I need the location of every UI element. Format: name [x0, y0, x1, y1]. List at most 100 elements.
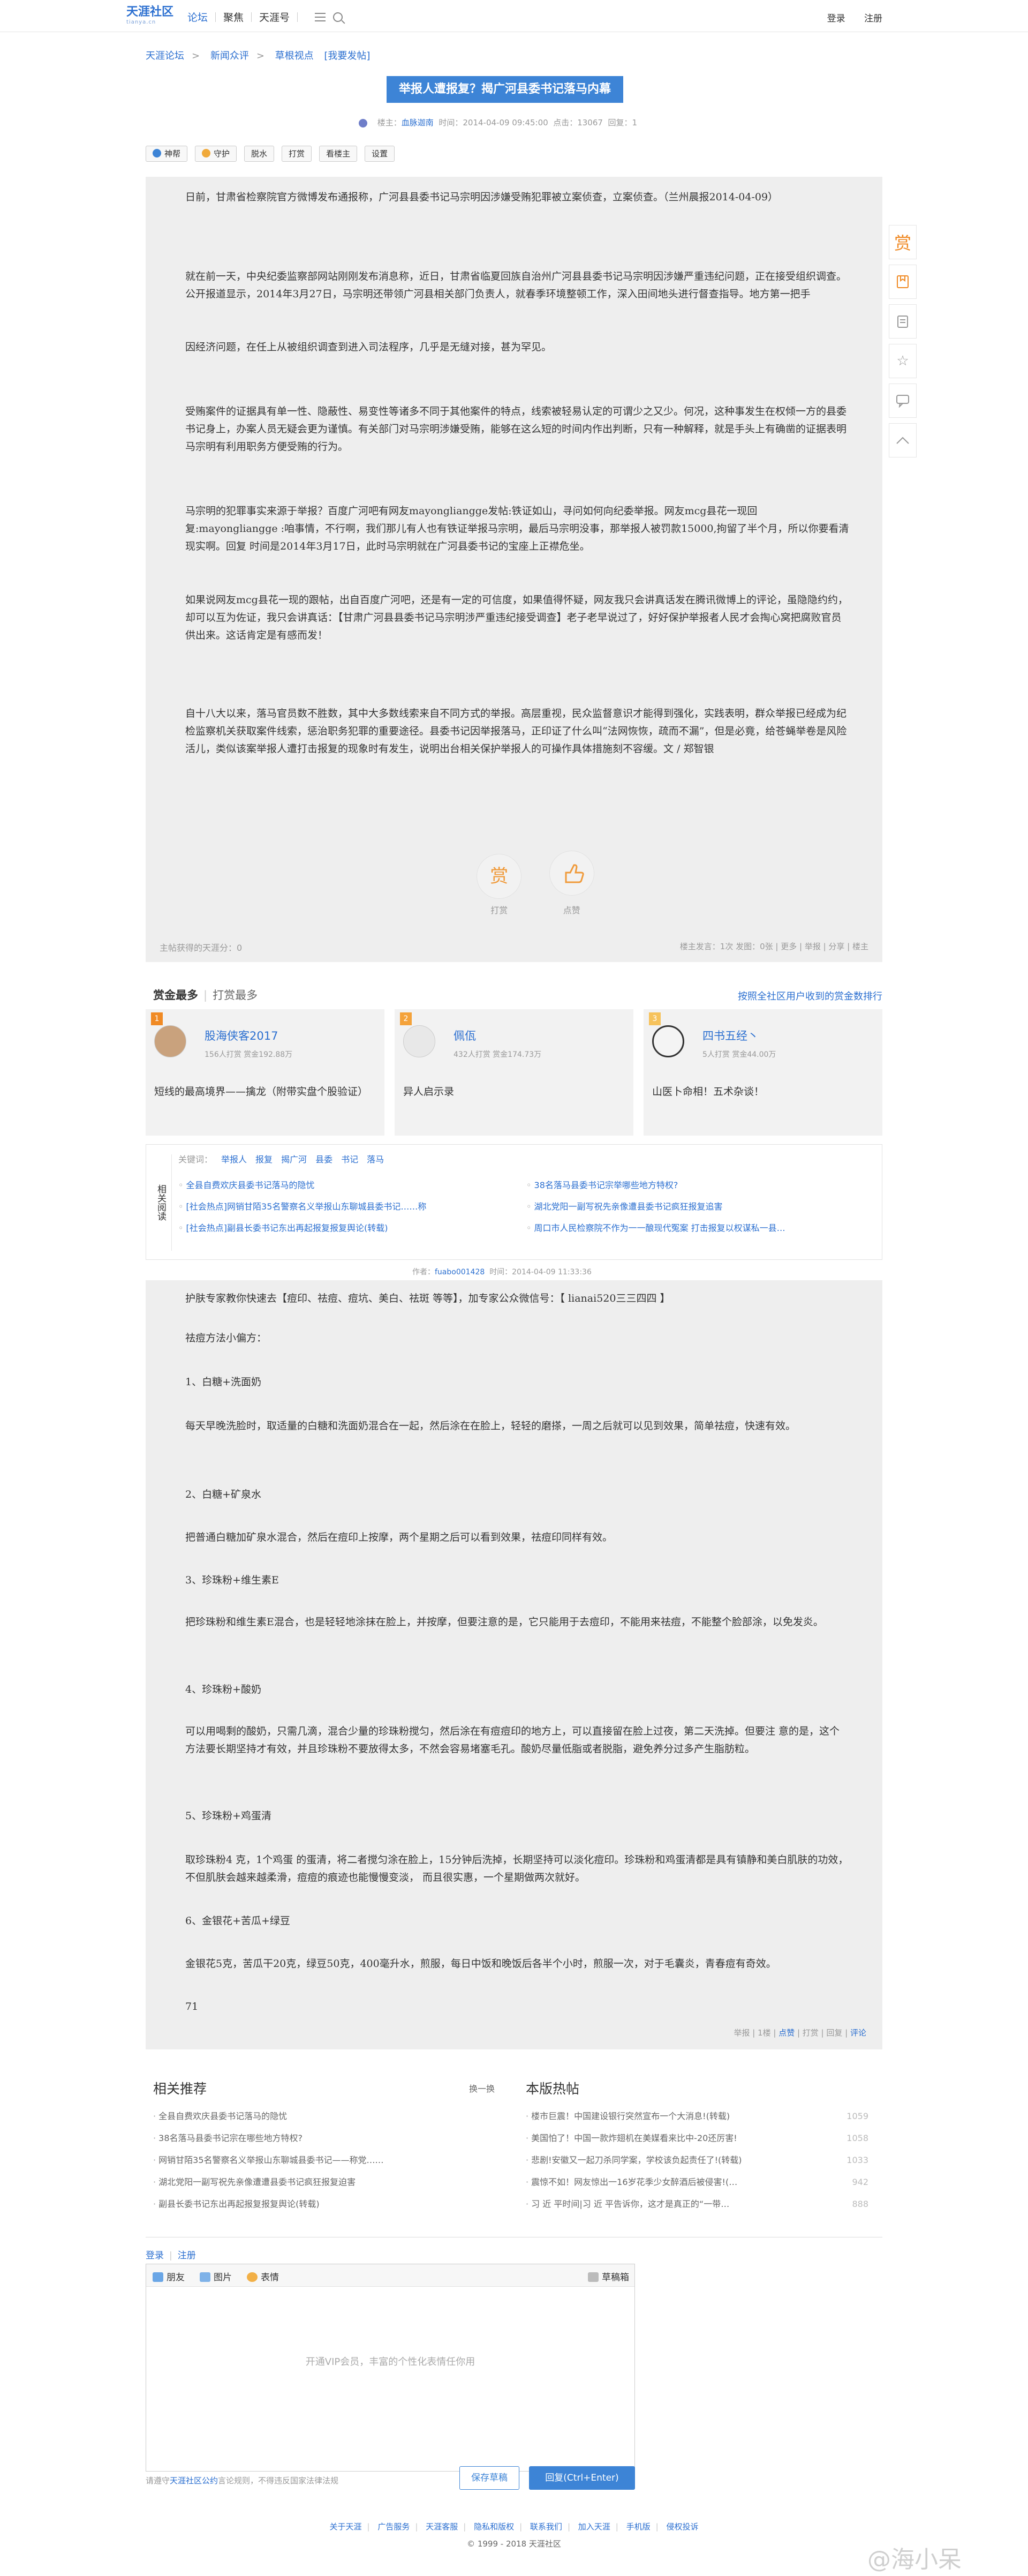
tip-button[interactable]: 打赏 — [282, 146, 312, 162]
reward-card[interactable]: 2 佩佤 432人打赏 赏金174.73万 异人启示录 — [395, 1009, 633, 1136]
top-bar: 天涯社区 tianya.cn 论坛 聚焦 天涯号 登录 注册 — [0, 0, 1028, 32]
search-icon[interactable] — [333, 12, 343, 22]
reply-comment-link[interactable]: 评论 — [850, 2028, 866, 2038]
footer-link[interactable]: 联系我们 — [530, 2522, 562, 2532]
keyword[interactable]: 报复 — [255, 1154, 273, 1165]
keyword[interactable]: 落马 — [367, 1154, 384, 1165]
related-link[interactable]: [社会热点]网销甘陌35名警察名义举报山东聊城县委书记……称 — [178, 1196, 427, 1218]
editor-login-link[interactable]: 登录 — [146, 2250, 164, 2261]
avatar[interactable] — [652, 1025, 684, 1057]
star-icon[interactable]: ☆ — [889, 344, 917, 378]
reward-ranking-link[interactable]: 按照全社区用户收到的赏金数排行 — [738, 989, 882, 1003]
reward-shortcut-icon[interactable]: 赏 — [889, 225, 917, 259]
footer-link[interactable]: 侵权投诉 — [667, 2522, 699, 2532]
breadcrumb-item[interactable]: 草根视点 — [275, 50, 314, 62]
keyword[interactable]: 书记 — [341, 1154, 358, 1165]
recommend-link[interactable]: 副县长委书记东出再起报复报复舆论(转载) — [153, 2193, 384, 2215]
editor-register-link[interactable]: 注册 — [178, 2250, 196, 2261]
calendar-icon[interactable] — [889, 304, 917, 339]
related-link[interactable]: 周口市人民检察院不作为一一酿现代冤案 打击报复以权谋私一县… — [526, 1218, 785, 1239]
hot-post-row[interactable]: 习 近 平时间|习 近 平告诉你，这才是真正的“一带… 888 — [526, 2193, 868, 2215]
footer-link[interactable]: 手机版 — [626, 2522, 651, 2532]
reply-editor[interactable]: 朋友 图片 表情 草稿箱 开通VIP会员，丰富的个性化表情任你用 — [146, 2264, 635, 2472]
hot-post-row[interactable]: 震惊不如！网友惊出一16岁花季少女醉酒后被侵害!(… 942 — [526, 2171, 868, 2193]
footer-link[interactable]: 广告服务 — [377, 2522, 410, 2532]
related-link[interactable]: 湖北党阳一副写祝先亲像遭县委书记疯狂报复追害 — [526, 1196, 785, 1218]
back-to-top-icon[interactable] — [889, 423, 917, 457]
reward-card[interactable]: 3 四书五经丶 5人打赏 赏金44.00万 山医卜命相！五术杂谈！ — [644, 1009, 882, 1136]
reply-like-link[interactable]: 点赞 — [778, 2028, 795, 2038]
mention-friend-button[interactable]: 朋友 — [153, 2270, 185, 2283]
hot-post-link[interactable]: 美国怕了！中国一款炸翅机在美媒看来比中-20还厉害! — [526, 2127, 737, 2149]
footer-link[interactable]: 隐私和版权 — [474, 2522, 514, 2532]
hot-post-row[interactable]: 悲剧!安徽又一起刀杀同学案，学校该负起责任了!(转载) 1033 — [526, 2149, 868, 2171]
shenbang-button[interactable]: 神帮 — [146, 146, 188, 162]
recommend-link[interactable]: 网销甘陌35名警察名义举报山东聊城县委书记——称党…… — [153, 2149, 383, 2171]
related-link[interactable]: [社会热点]副县长委书记东出再起报复报复舆论(转载) — [178, 1218, 426, 1239]
user-name[interactable]: 佩佤 — [453, 1027, 476, 1043]
hot-post-row[interactable]: 美国怕了！中国一款炸翅机在美媒看来比中-20还厉害! 1058 — [526, 2127, 868, 2149]
tab-most-tips[interactable]: 打赏最多 — [213, 989, 258, 1002]
guard-button[interactable]: 守护 — [195, 146, 237, 162]
like-button[interactable]: 点赞 — [537, 851, 607, 916]
refresh-recommend-button[interactable]: 换一换 — [469, 2082, 495, 2094]
nav-forum[interactable]: 论坛 — [187, 10, 208, 24]
submit-reply-button[interactable]: 回复(Ctrl+Enter) — [529, 2466, 635, 2490]
tab-most-money[interactable]: 赏金最多 — [153, 989, 198, 1002]
post-actions[interactable]: 楼主发言：1次 发图：0张 | 更多 | 举报 | 分享 | 楼主 — [680, 941, 868, 952]
post-link[interactable]: 异人启示录 — [403, 1082, 623, 1101]
dewater-button[interactable]: 脱水 — [244, 146, 275, 162]
reply-action-links[interactable]: | 打赏 | 回复 | — [795, 2028, 850, 2038]
hot-post-row[interactable]: 楼市巨震！中国建设银行突然宣布一个大消息!(转载) 1059 — [526, 2105, 868, 2127]
login-link[interactable]: 登录 — [827, 13, 845, 24]
site-logo[interactable]: 天涯社区 tianya.cn — [126, 5, 180, 27]
nav-focus[interactable]: 聚焦 — [223, 10, 244, 24]
footer-link[interactable]: 加入天涯 — [578, 2522, 610, 2532]
settings-button[interactable]: 设置 — [365, 146, 395, 162]
toolbar-label: 图片 — [214, 2272, 232, 2283]
save-draft-button[interactable]: 保存草稿 — [459, 2466, 519, 2490]
author-only-button[interactable]: 看楼主 — [319, 146, 358, 162]
recommend-link[interactable]: 全县自费欢庆县委书记落马的隐忧 — [153, 2105, 384, 2127]
keyword[interactable]: 举报人 — [221, 1154, 247, 1165]
register-link[interactable]: 注册 — [864, 13, 882, 24]
reward-card[interactable]: 1 股海侠客2017 156人打赏 赏金192.88万 短线的最高境界——擒龙（… — [146, 1009, 384, 1136]
new-post-link[interactable]: [我要发帖] — [324, 50, 370, 62]
community-rules-link[interactable]: 天涯社区公约 — [170, 2476, 218, 2485]
post-paragraph: 自十八大以来，落马官员数不胜数，其中大多数线索来自不同方式的举报。高层重视，民众… — [185, 708, 847, 755]
comment-icon[interactable] — [889, 384, 917, 418]
reward-button[interactable]: 赏 打赏 — [464, 854, 534, 916]
drafts-button[interactable]: 草稿箱 — [588, 2270, 629, 2283]
user-name[interactable]: 股海侠客2017 — [205, 1027, 278, 1043]
breadcrumb-item[interactable]: 新闻众评 — [210, 50, 249, 62]
hot-post-link[interactable]: 悲剧!安徽又一起刀杀同学案，学校该负起责任了!(转载) — [526, 2149, 742, 2171]
reply-author[interactable]: fuabo001428 — [435, 1268, 485, 1276]
reply-action-report[interactable]: 举报 | 1楼 | — [734, 2028, 778, 2038]
hot-post-link[interactable]: 习 近 平时间|习 近 平告诉你，这才是真正的“一带… — [526, 2193, 729, 2215]
post-toolbar: 神帮 守护 脱水 打赏 看楼主 设置 — [146, 146, 402, 162]
related-link[interactable]: 全县自费欢庆县委书记落马的隐忧 — [178, 1175, 426, 1196]
emoji-button[interactable]: 表情 — [247, 2270, 279, 2283]
nav-tianya-hao[interactable]: 天涯号 — [259, 10, 290, 24]
recommend-link[interactable]: 38名落马县委书记宗在哪些地方特权? — [153, 2127, 384, 2149]
footer-link[interactable]: 关于天涯 — [329, 2522, 361, 2532]
author-label: 楼主： — [377, 118, 402, 127]
related-link[interactable]: 38名落马县委书记宗举哪些地方特权? — [526, 1175, 785, 1196]
post-link[interactable]: 山医卜命相！五术杂谈！ — [652, 1082, 872, 1101]
insert-image-button[interactable]: 图片 — [200, 2270, 232, 2283]
recommend-link[interactable]: 湖北党阳一副写祝先亲像遭遭县委书记疯狂报复迫害 — [153, 2171, 384, 2193]
bookmark-icon[interactable] — [889, 265, 917, 299]
hot-post-link[interactable]: 震惊不如！网友惊出一16岁花季少女醉酒后被侵害!(… — [526, 2171, 737, 2193]
avatar[interactable] — [403, 1025, 435, 1057]
menu-icon[interactable] — [315, 12, 326, 21]
footer-link[interactable]: 天涯客服 — [426, 2522, 458, 2532]
user-name[interactable]: 四书五经丶 — [702, 1027, 759, 1043]
hot-post-link[interactable]: 楼市巨震！中国建设银行突然宣布一个大消息!(转载) — [526, 2105, 730, 2127]
author-avatar[interactable] — [359, 118, 367, 127]
keyword[interactable]: 揭广河 — [281, 1154, 307, 1165]
post-link[interactable]: 短线的最高境界——擒龙（附带实盘个股验证） — [154, 1082, 374, 1101]
keyword[interactable]: 县委 — [315, 1154, 332, 1165]
breadcrumb-item[interactable]: 天涯论坛 — [146, 50, 184, 62]
author-name[interactable]: 血脉迦南 — [402, 118, 434, 127]
avatar[interactable] — [154, 1025, 186, 1057]
